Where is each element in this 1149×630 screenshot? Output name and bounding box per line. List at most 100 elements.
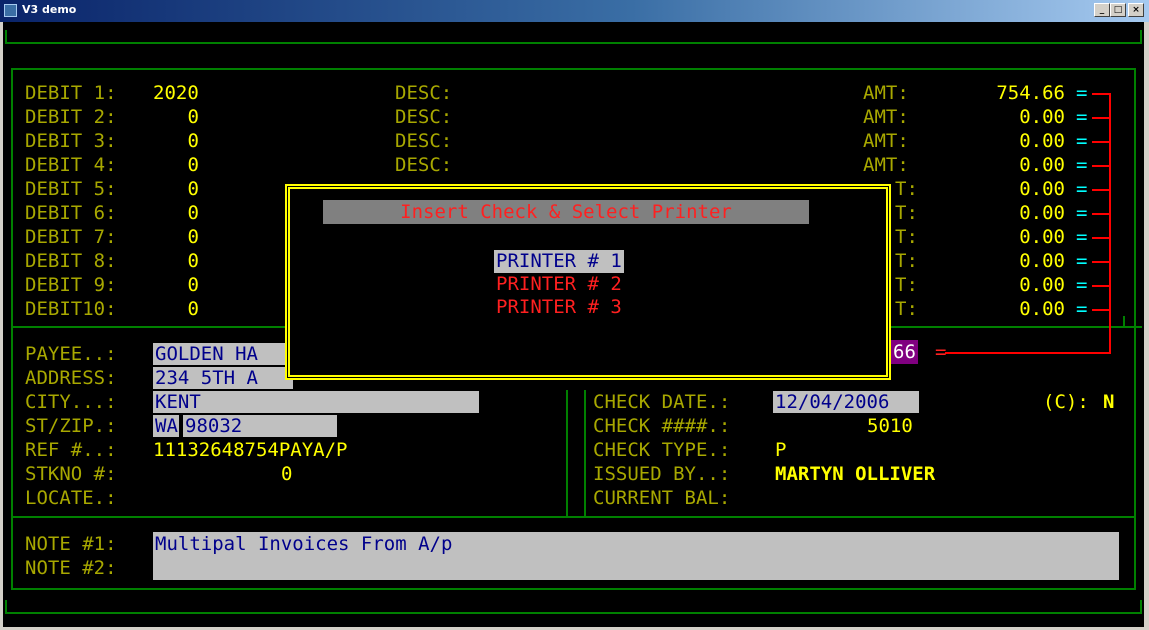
debit-value[interactable]: 0 bbox=[153, 153, 199, 177]
debit-amount[interactable]: 0.00 bbox=[903, 177, 1065, 201]
debit-value[interactable]: 0 bbox=[153, 225, 199, 249]
column-divider bbox=[584, 390, 586, 516]
check-date-value: 12/04/2006 bbox=[775, 391, 890, 413]
desc-label: DESC: bbox=[395, 154, 453, 176]
equals-marker: = bbox=[1076, 82, 1088, 104]
connector-line bbox=[1092, 165, 1110, 167]
debit-amount[interactable]: 0.00 bbox=[903, 249, 1065, 273]
bottom-divider bbox=[5, 612, 1142, 614]
equals-marker: = bbox=[1076, 274, 1088, 296]
ref-value[interactable]: 11132648754PAYA/P bbox=[153, 438, 347, 462]
terminal-screen: DEBIT 1: 2020 DESC: AMT: 754.66 DEBIT 2:… bbox=[3, 22, 1144, 627]
top-divider bbox=[5, 42, 1142, 44]
stzip-label: ST/ZIP.: bbox=[25, 415, 117, 437]
state-value: WA bbox=[155, 415, 178, 437]
check-type-label: CHECK TYPE.: bbox=[593, 439, 731, 461]
connector-line bbox=[1092, 237, 1110, 239]
debit-value[interactable]: 0 bbox=[153, 297, 199, 321]
check-date-label: CHECK DATE.: bbox=[593, 391, 731, 413]
equals-marker: = bbox=[1076, 226, 1088, 248]
debit-label: DEBIT 8: bbox=[25, 250, 117, 272]
amt-label: AMT: bbox=[863, 82, 909, 104]
debit-label: DEBIT 5: bbox=[25, 178, 117, 200]
debit-label: DEBIT 2: bbox=[25, 106, 117, 128]
app-icon[interactable] bbox=[4, 4, 17, 17]
debit-value[interactable]: 0 bbox=[153, 201, 199, 225]
debit-amount[interactable]: 0.00 bbox=[903, 105, 1065, 129]
dialog-title: Insert Check & Select Printer bbox=[400, 201, 732, 223]
corner-bracket bbox=[5, 600, 7, 614]
window-title: V3 demo bbox=[22, 3, 77, 16]
corner-bracket bbox=[5, 30, 7, 44]
debit-value[interactable]: 0 bbox=[153, 105, 199, 129]
corner-bracket bbox=[1140, 30, 1142, 44]
title-bar[interactable]: V3 demo _ □ × bbox=[0, 0, 1149, 22]
check-number-label: CHECK ####.: bbox=[593, 415, 731, 437]
debit-amount[interactable]: 0.00 bbox=[903, 129, 1065, 153]
city-label: CITY...: bbox=[25, 391, 117, 413]
debit-amount[interactable]: 0.00 bbox=[903, 225, 1065, 249]
desc-label: DESC: bbox=[395, 82, 453, 104]
equals-marker: = bbox=[1076, 106, 1088, 128]
corner-bracket bbox=[1140, 600, 1142, 614]
city-field[interactable] bbox=[153, 391, 479, 413]
equals-marker: = bbox=[1076, 298, 1088, 320]
stkno-value[interactable]: 0 bbox=[281, 462, 292, 486]
printer-option-3[interactable]: PRINTER # 3 bbox=[496, 296, 622, 319]
debit-amount[interactable]: 0.00 bbox=[903, 273, 1065, 297]
debit-label: DEBIT 3: bbox=[25, 130, 117, 152]
debit-value[interactable]: 0 bbox=[153, 177, 199, 201]
stkno-label: STKNO #: bbox=[25, 463, 117, 485]
address-value: 234 5TH A bbox=[155, 367, 258, 389]
connector-line bbox=[1092, 213, 1110, 215]
equals-marker: = bbox=[1076, 202, 1088, 224]
debit-amount[interactable]: 0.00 bbox=[903, 153, 1065, 177]
issued-by-value[interactable]: MARTYN OLLIVER bbox=[775, 462, 935, 486]
debit-value[interactable]: 0 bbox=[153, 249, 199, 273]
close-button[interactable]: × bbox=[1128, 3, 1144, 17]
dialog-title-bar: Insert Check & Select Printer bbox=[323, 200, 809, 224]
minimize-button[interactable]: _ bbox=[1094, 3, 1110, 17]
debit-value[interactable]: 0 bbox=[153, 129, 199, 153]
locate-label: LOCATE.: bbox=[25, 487, 117, 509]
zip-value: 98032 bbox=[185, 415, 243, 437]
debit-amount[interactable]: 0.00 bbox=[903, 201, 1065, 225]
printer-option-1[interactable]: PRINTER # 1 bbox=[494, 250, 624, 273]
column-divider bbox=[566, 390, 568, 516]
connector-line bbox=[1092, 309, 1110, 311]
total-equals-marker: = bbox=[935, 341, 947, 363]
connector-line bbox=[1092, 93, 1110, 95]
connector-line bbox=[1092, 117, 1110, 119]
debit-label: DEBIT 4: bbox=[25, 154, 117, 176]
debit-amount[interactable]: 754.66 bbox=[903, 81, 1065, 105]
current-balance-label: CURRENT BAL: bbox=[593, 487, 731, 509]
total-amount[interactable]: 66 bbox=[891, 340, 918, 364]
desc-label: DESC: bbox=[395, 106, 453, 128]
connector-line bbox=[1092, 141, 1110, 143]
connector-line bbox=[1092, 189, 1110, 191]
printer-select-dialog: Insert Check & Select Printer PRINTER # … bbox=[285, 184, 891, 380]
printer-option-2[interactable]: PRINTER # 2 bbox=[496, 273, 622, 296]
maximize-button[interactable]: □ bbox=[1110, 3, 1126, 17]
payee-value: GOLDEN HA bbox=[155, 343, 258, 365]
check-type-value[interactable]: P bbox=[775, 438, 786, 462]
payee-label: PAYEE..: bbox=[25, 343, 117, 365]
address-label: ADDRESS: bbox=[25, 367, 117, 389]
equals-marker: = bbox=[1076, 154, 1088, 176]
debit-value[interactable]: 0 bbox=[153, 273, 199, 297]
debit-label: DEBIT 9: bbox=[25, 274, 117, 296]
desc-label: DESC: bbox=[395, 130, 453, 152]
check-number-value[interactable]: 5010 bbox=[867, 414, 913, 438]
note1-label: NOTE #1: bbox=[25, 533, 117, 555]
ref-label: REF #..: bbox=[25, 439, 117, 461]
debit-label: DEBIT 1: bbox=[25, 82, 117, 104]
amt-label: AMT: bbox=[863, 106, 909, 128]
note1-value: Multipal Invoices From A/p bbox=[155, 533, 453, 555]
equals-marker: = bbox=[1076, 250, 1088, 272]
c-value[interactable]: N bbox=[1103, 390, 1114, 414]
debit-amount[interactable]: 0.00 bbox=[903, 297, 1065, 321]
connector-line bbox=[1092, 285, 1110, 287]
debit-value[interactable]: 2020 bbox=[153, 81, 199, 105]
connector-line bbox=[1092, 261, 1110, 263]
amt-label: AMT: bbox=[863, 154, 909, 176]
